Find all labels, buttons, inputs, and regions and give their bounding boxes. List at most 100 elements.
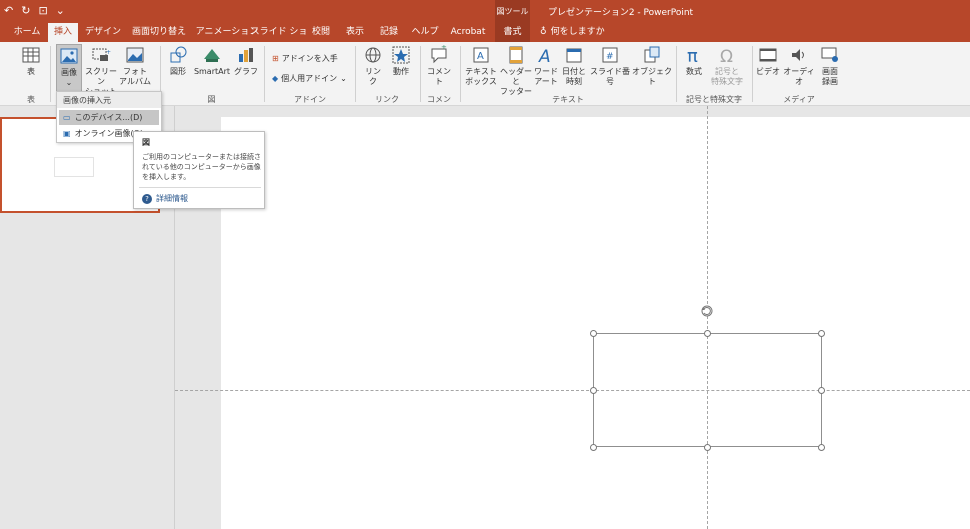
- start-from-beginning-icon[interactable]: ⊡: [38, 4, 47, 17]
- tab-design[interactable]: デザイン: [82, 23, 124, 42]
- slide-number-label: スライド番号: [590, 67, 630, 86]
- divider: [460, 46, 461, 102]
- tab-acrobat[interactable]: Acrobat: [446, 23, 490, 42]
- header-footer-button[interactable]: ヘッダーと フッター: [498, 44, 534, 97]
- my-addins-button[interactable]: ◆ 個人用アドイン ⌄: [272, 73, 347, 84]
- image-label: 画像: [61, 68, 77, 77]
- resize-handle[interactable]: [590, 330, 597, 337]
- resize-handle[interactable]: [818, 387, 825, 394]
- rotate-handle-icon[interactable]: [700, 304, 714, 318]
- photo-album-icon: [126, 47, 144, 63]
- video-label: ビデオ: [756, 67, 780, 76]
- equation-button[interactable]: π 数式: [682, 44, 706, 77]
- resize-handle[interactable]: [704, 330, 711, 337]
- table-button[interactable]: 表: [14, 44, 48, 77]
- tooltip-more-info-link[interactable]: ? 詳細情報: [142, 193, 188, 204]
- image-button[interactable]: 画像 ⌄: [56, 44, 82, 94]
- smartart-button[interactable]: SmartArt: [192, 44, 232, 77]
- store-icon: ⊞: [272, 54, 279, 63]
- photo-album-label-1: フォト: [123, 67, 147, 76]
- tab-insert[interactable]: 挿入: [48, 23, 78, 42]
- svg-text:A: A: [538, 47, 551, 65]
- svg-text:π: π: [687, 46, 698, 65]
- resize-handle[interactable]: [818, 330, 825, 337]
- audio-button[interactable]: オーディオ: [782, 44, 816, 87]
- resize-handle[interactable]: [590, 387, 597, 394]
- shapes-button[interactable]: 図形: [165, 44, 191, 77]
- comment-button[interactable]: + コメント: [424, 44, 454, 87]
- resize-handle[interactable]: [590, 444, 597, 451]
- online-picture-icon: ▣: [63, 129, 71, 138]
- action-button[interactable]: 動作: [388, 44, 414, 77]
- photo-album-button[interactable]: フォト アルバム: [118, 44, 152, 87]
- header-footer-label-1: ヘッダーと: [500, 67, 532, 86]
- svg-text:Ω: Ω: [720, 47, 733, 65]
- redo-icon[interactable]: ↻: [21, 4, 30, 17]
- link-button[interactable]: リンク: [360, 44, 386, 87]
- picture-placeholder[interactable]: [593, 333, 822, 447]
- comment-label: コメント: [427, 67, 451, 86]
- divider: [50, 46, 51, 102]
- pi-icon: π: [687, 46, 698, 65]
- screenshot-button[interactable]: + スクリーンショット: [84, 44, 118, 97]
- wordart-button[interactable]: A ワード アート: [534, 44, 558, 87]
- tab-review[interactable]: 校閲: [306, 23, 336, 42]
- tab-transitions[interactable]: 画面切り替え: [126, 23, 192, 42]
- resize-handle[interactable]: [704, 444, 711, 451]
- get-addins-label: アドインを入手: [281, 54, 338, 63]
- tab-slideshow[interactable]: スライド ショー: [248, 23, 310, 56]
- action-star-icon: [392, 46, 410, 64]
- screen-recording-icon: [821, 47, 838, 62]
- group-media: メディア: [783, 95, 815, 104]
- smartart-label: SmartArt: [193, 67, 231, 76]
- divider: [264, 46, 265, 102]
- svg-text:+: +: [106, 49, 111, 56]
- tab-record[interactable]: 記録: [374, 23, 404, 42]
- divider: [420, 46, 421, 102]
- divider: [355, 46, 356, 102]
- undo-icon[interactable]: ↶: [4, 4, 13, 17]
- equation-label: 数式: [686, 67, 702, 76]
- my-addins-label: 個人用アドイン: [281, 74, 338, 83]
- group-table: 表: [27, 95, 35, 104]
- tab-view[interactable]: 表示: [340, 23, 370, 42]
- object-button[interactable]: オブジェクト: [632, 44, 672, 87]
- get-addins-button[interactable]: ⊞ アドインを入手: [272, 53, 338, 64]
- date-time-button[interactable]: 日付と 時刻: [560, 44, 588, 87]
- help-icon: ?: [142, 193, 152, 204]
- customize-qat-icon[interactable]: ⌄: [56, 4, 65, 17]
- device-icon: ▭: [63, 113, 71, 122]
- bar-chart-icon: [239, 48, 253, 62]
- window-title: プレゼンテーション2 - PowerPoint: [548, 8, 694, 18]
- svg-text:+: +: [441, 45, 447, 51]
- title-bar: ↶ ↻ ⊡ ⌄ 図ツール プレゼンテーション2 - PowerPoint: [0, 0, 970, 23]
- wordart-icon: A: [538, 47, 551, 65]
- globe-link-icon: [365, 47, 381, 63]
- screenshot-label-1: スクリーン: [85, 67, 117, 86]
- tab-format[interactable]: 書式: [495, 23, 530, 42]
- group-illustrations: 図: [207, 95, 216, 104]
- calendar-icon: [566, 48, 582, 63]
- picture-tools-label: 図ツール: [495, 0, 530, 23]
- textbox-label-1: テキスト: [465, 67, 497, 76]
- tell-me-box[interactable]: ♁ 何をしますか: [540, 23, 610, 42]
- video-button[interactable]: ビデオ: [756, 44, 780, 77]
- thumbnail-placeholder: [54, 157, 94, 177]
- menu-item-this-device[interactable]: ▭ このデバイス...(D): [59, 110, 159, 125]
- divider: [676, 46, 677, 102]
- tab-help[interactable]: ヘルプ: [408, 23, 442, 42]
- audio-label: オーディオ: [783, 67, 815, 86]
- chart-button[interactable]: グラフ: [234, 44, 258, 77]
- tooltip-title: 図: [142, 138, 150, 147]
- divider: [752, 46, 753, 102]
- slide-number-button[interactable]: # スライド番号: [588, 44, 632, 87]
- film-icon: [759, 48, 777, 62]
- tab-home[interactable]: ホーム: [6, 23, 48, 42]
- resize-handle[interactable]: [818, 444, 825, 451]
- slide-canvas[interactable]: [221, 117, 970, 529]
- slide-number-icon: #: [602, 47, 618, 63]
- screen-recording-button[interactable]: 画面 録画: [818, 44, 842, 87]
- symbol-button[interactable]: Ω 記号と 特殊文字: [710, 44, 744, 87]
- link-label-1: リン: [365, 67, 381, 76]
- textbox-button[interactable]: A テキスト ボックス: [464, 44, 498, 87]
